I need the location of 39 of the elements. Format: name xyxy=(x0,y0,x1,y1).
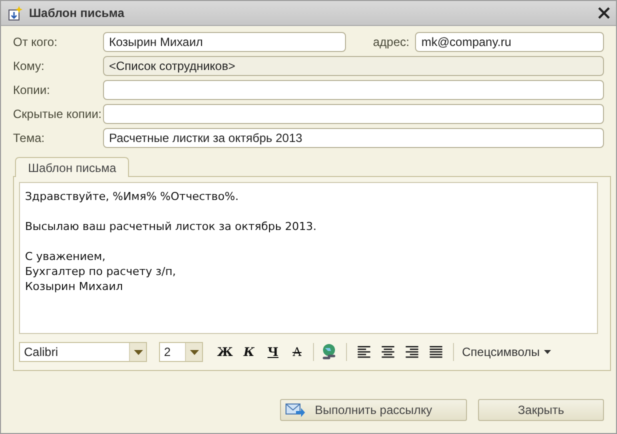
strike-button[interactable]: А xyxy=(287,342,307,362)
italic-button[interactable]: К xyxy=(239,342,259,362)
message-text: Здравствуйте, %Имя% %Отчество%. xyxy=(25,189,240,204)
bold-button[interactable]: Ж xyxy=(215,342,235,362)
envelope-icon xyxy=(285,402,305,418)
input-field[interactable]: mk@company.ru xyxy=(415,32,604,52)
input-field[interactable]: Расчетные листки за октябрь 2013 xyxy=(103,128,604,148)
align-center-icon[interactable] xyxy=(381,346,395,358)
message-text: Бухгалтер по расчету з/п, xyxy=(25,264,177,279)
tab[interactable]: Шаблон письма xyxy=(15,157,130,177)
field-label: Копии: xyxy=(13,83,51,97)
input-field[interactable]: Козырин Михаил xyxy=(103,32,346,52)
message-editor[interactable]: Здравствуйте, %Имя% %Отчество%. Высылаю ваш расчетный листок за октябрь 2013. С уважением, Бухгалтер по расчету з/п, Козырин Михаил xyxy=(19,182,598,334)
dropdown-arrow-icon xyxy=(190,350,198,354)
underline-button[interactable]: Ч xyxy=(263,342,283,362)
message-text: С уважением, xyxy=(25,249,106,264)
dropdown-arrow-icon xyxy=(544,350,551,354)
align-left-icon[interactable] xyxy=(357,346,371,358)
align-justify-icon[interactable] xyxy=(429,346,443,358)
size-dropdown[interactable]: 2 xyxy=(159,342,203,362)
send-button[interactable]: Выполнить рассылку xyxy=(280,399,467,421)
dropdown-arrow-icon xyxy=(134,350,142,354)
field-label: От кого: xyxy=(13,35,58,49)
align-right-icon[interactable] xyxy=(405,346,419,358)
font-dropdown[interactable]: Calibri xyxy=(19,342,147,362)
form-icon xyxy=(7,5,23,21)
field-label: Скрытые копии: xyxy=(13,107,103,121)
link-icon[interactable] xyxy=(320,343,338,361)
field-label: Тема: xyxy=(13,131,46,145)
close-button[interactable]: Закрыть xyxy=(478,399,604,421)
close-icon[interactable] xyxy=(598,7,610,19)
field-label: Кому: xyxy=(13,59,46,73)
message-text: Козырин Михаил xyxy=(25,279,124,294)
input-field[interactable] xyxy=(103,80,604,100)
input-field[interactable] xyxy=(103,104,604,124)
field-label: адрес: xyxy=(373,35,410,49)
message-text: Высылаю ваш расчетный листок за октябрь 2013. xyxy=(25,219,318,234)
special-characters-menu[interactable]: Спецсимволы xyxy=(460,342,553,362)
window-title: Шаблон письма xyxy=(29,6,126,20)
